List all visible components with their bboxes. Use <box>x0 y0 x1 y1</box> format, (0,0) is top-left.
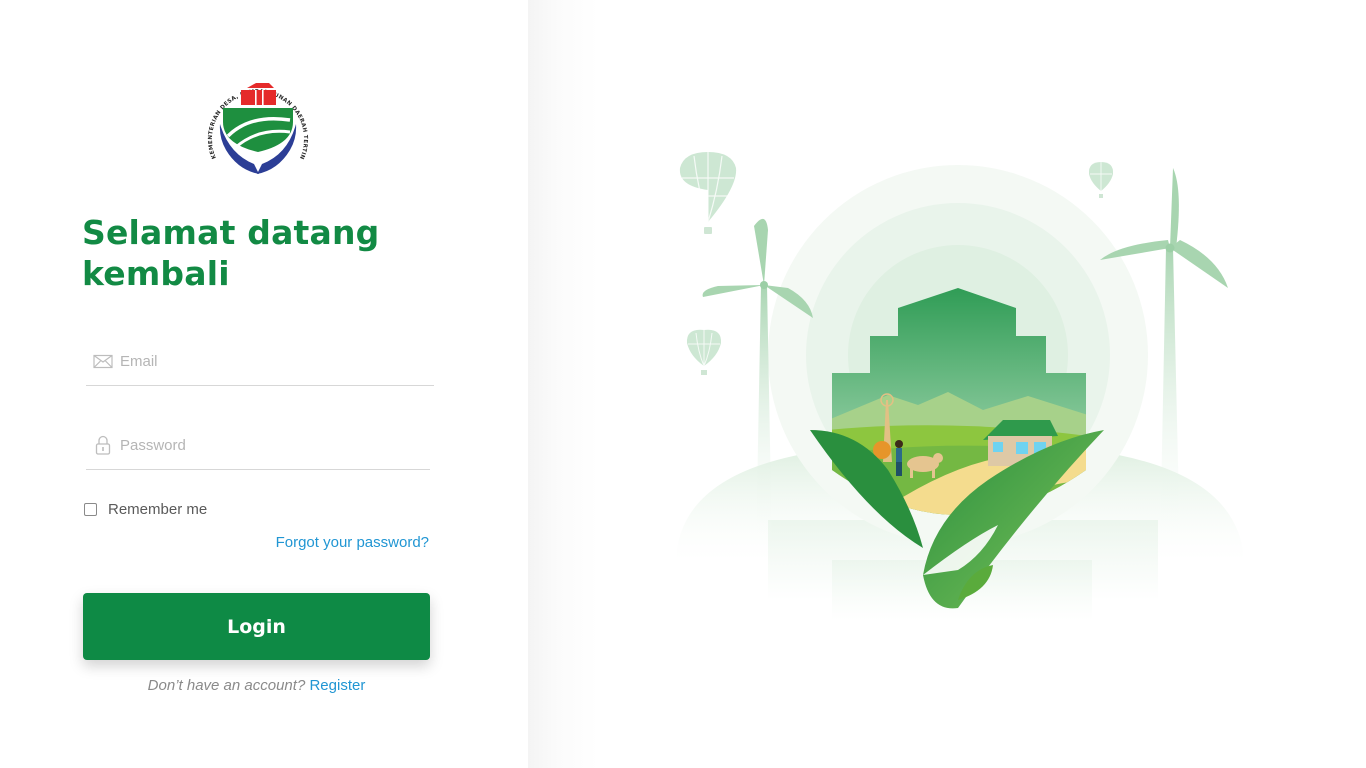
email-field <box>86 341 434 386</box>
remember-me-checkbox[interactable] <box>84 502 97 516</box>
login-panel: KEMENTERIAN DESA, PEMBANGUNAN DAERAH TER… <box>0 0 528 768</box>
illustration-panel <box>528 0 1366 768</box>
hot-air-balloon-tiny <box>1088 162 1114 198</box>
forgot-password-link[interactable]: Forgot your password? <box>276 534 429 551</box>
password-field <box>86 425 430 470</box>
welcome-heading-line2: kembali <box>82 254 230 293</box>
kemendesa-logo: KEMENTERIAN DESA, PEMBANGUNAN DAERAH TER… <box>202 70 308 174</box>
hot-air-balloon-large <box>679 152 737 234</box>
lock-icon <box>95 435 111 455</box>
remember-me-label[interactable]: Remember me <box>108 501 207 518</box>
email-input[interactable] <box>120 347 420 375</box>
register-prompt: Don’t have an account? <box>147 677 306 694</box>
village-in-hands-illustration <box>676 152 1244 620</box>
hot-air-balloon-small <box>686 329 722 375</box>
login-button[interactable]: Login <box>83 593 430 660</box>
remember-me: Remember me <box>84 500 207 518</box>
register-link[interactable]: Register <box>309 677 365 694</box>
register-line: Don’t have an account? Register <box>83 677 430 694</box>
password-input[interactable] <box>120 431 420 459</box>
envelope-icon <box>93 354 113 369</box>
login-page: KEMENTERIAN DESA, PEMBANGUNAN DAERAH TER… <box>0 0 1366 768</box>
welcome-heading: Selamat datang kembali <box>82 212 442 294</box>
welcome-heading-line1: Selamat datang <box>82 213 380 252</box>
